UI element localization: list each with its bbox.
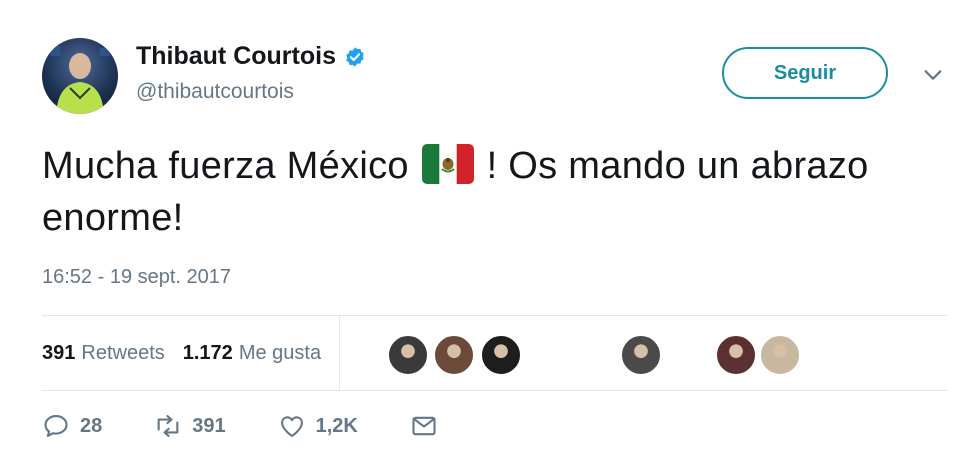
mexico-flag-icon	[421, 144, 474, 184]
retweets-count: 391	[42, 341, 76, 364]
reply-icon	[44, 415, 68, 437]
heart-icon	[280, 416, 303, 437]
liker-avatar-6[interactable]	[759, 334, 801, 376]
tweet-text: Mucha fuerza México ! Os mando un abrazo…	[42, 140, 902, 244]
author-name[interactable]: Thibaut Courtois	[136, 42, 336, 71]
follow-button[interactable]: Seguir	[722, 47, 888, 99]
retweet-count: 391	[192, 414, 226, 437]
retweets-label: Retweets	[81, 341, 165, 364]
tweet-timestamp[interactable]: 16:52 - 19 sept. 2017	[42, 266, 231, 289]
verified-badge-icon	[346, 46, 364, 67]
retweet-action[interactable]: 391	[154, 412, 226, 440]
reply-action[interactable]: 28	[42, 412, 102, 440]
tweet-stats: 391 Retweets 1.172 Me gusta	[42, 316, 948, 390]
avatar-image	[50, 46, 110, 114]
engagement-counts: 391 Retweets 1.172 Me gusta	[42, 316, 341, 390]
message-action[interactable]	[410, 412, 438, 440]
stats-divider-bottom	[42, 390, 948, 391]
tweet-actions: 28 391 1,2K	[42, 412, 490, 440]
liker-avatar-3[interactable]	[480, 334, 522, 376]
envelope-icon	[412, 416, 436, 436]
reply-count: 28	[80, 414, 103, 437]
liker-avatars	[387, 334, 947, 376]
chevron-down-icon[interactable]	[922, 64, 944, 86]
tweet-text-part-1: Mucha fuerza México	[42, 145, 409, 187]
liker-avatar-5[interactable]	[715, 334, 757, 376]
liker-avatar-2[interactable]	[433, 334, 475, 376]
author-handle[interactable]: @thibautcourtois	[136, 80, 294, 104]
like-action[interactable]: 1,2K	[278, 412, 358, 440]
liker-avatar-1[interactable]	[387, 334, 429, 376]
author-name-row: Thibaut Courtois	[136, 42, 366, 71]
retweets-stat[interactable]: 391 Retweets	[42, 342, 165, 365]
avatar[interactable]	[42, 38, 118, 114]
likes-label: Me gusta	[238, 341, 322, 364]
like-count: 1,2K	[315, 414, 358, 437]
likes-stat[interactable]: 1.172 Me gusta	[183, 342, 321, 365]
retweet-icon	[157, 415, 179, 437]
liker-avatar-4[interactable]	[620, 334, 662, 376]
likes-count: 1.172	[182, 341, 233, 364]
